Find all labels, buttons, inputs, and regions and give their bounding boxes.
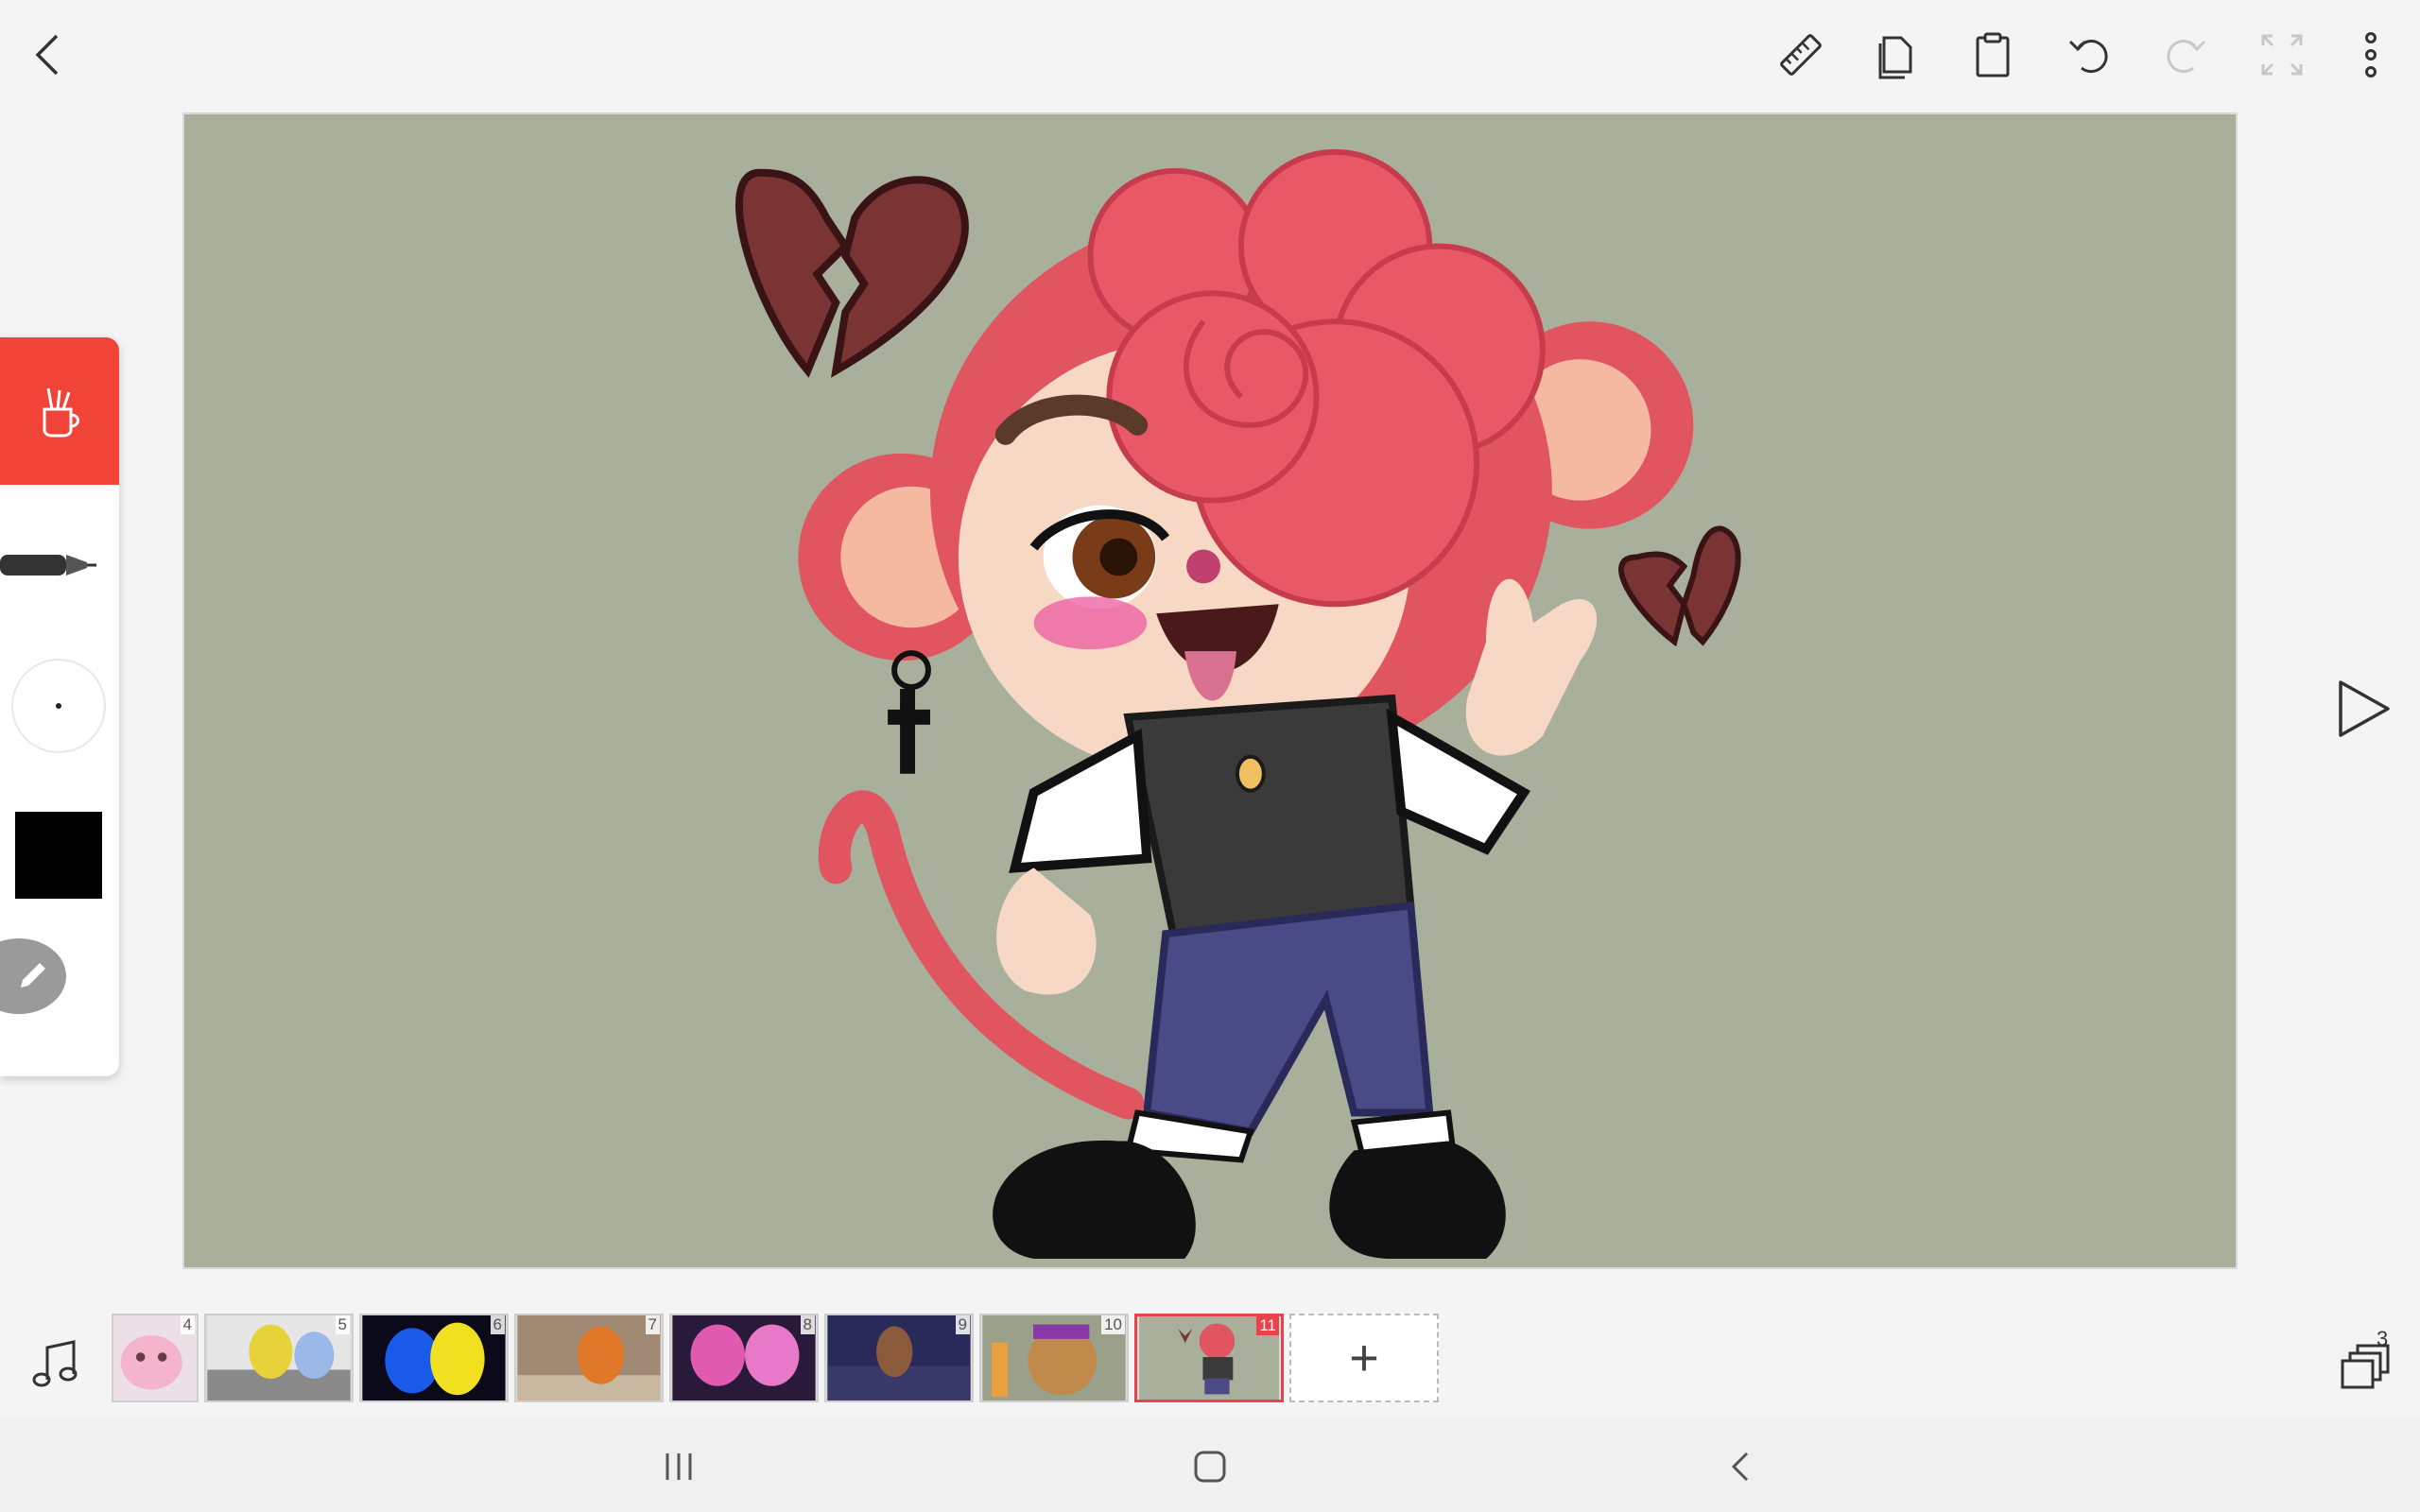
frame-thumbnail[interactable]: 10: [979, 1314, 1129, 1402]
frame-thumbnail-active[interactable]: 11: [1134, 1314, 1284, 1402]
frame-number: 6: [490, 1315, 505, 1334]
chevron-left-icon: [35, 34, 59, 76]
system-nav-bar: [0, 1418, 2420, 1512]
more-button[interactable]: [2333, 17, 2409, 93]
edit-tool-button[interactable]: [0, 938, 66, 1014]
frame-number: 4: [180, 1315, 195, 1334]
home-icon: [1194, 1451, 1226, 1483]
frame-timeline: 4 5 6 7 8 9 10 11 + 3: [0, 1304, 2420, 1418]
monkey-character-artwork: [185, 114, 2235, 1267]
ruler-icon: [1780, 34, 1822, 76]
frame-strip: 4 5 6 7 8 9 10 11 +: [112, 1314, 1439, 1402]
layers-button[interactable]: 3: [2335, 1327, 2401, 1399]
home-button[interactable]: [1182, 1438, 1238, 1495]
frame-thumbnail[interactable]: 7: [514, 1314, 664, 1402]
recent-apps-button[interactable]: [650, 1438, 707, 1495]
frame-preview: [827, 1315, 971, 1400]
pencil-icon: [21, 963, 45, 988]
frame-number: 11: [1256, 1316, 1279, 1335]
back-icon: [1731, 1452, 1749, 1482]
play-button[interactable]: [2325, 671, 2401, 747]
fullscreen-icon: [2261, 34, 2303, 76]
paste-button[interactable]: [1955, 17, 2031, 93]
system-back-button[interactable]: [1713, 1438, 1770, 1495]
brush-size-dot: [56, 703, 61, 709]
frame-number: 10: [1101, 1315, 1125, 1334]
frame-number: 5: [335, 1315, 350, 1334]
ruler-button[interactable]: [1763, 17, 1839, 93]
copy-icon: [1878, 36, 1912, 79]
layers-count: 3: [2377, 1327, 2389, 1350]
back-button[interactable]: [11, 17, 87, 93]
frame-thumbnail[interactable]: 5: [204, 1314, 354, 1402]
undo-icon: [2068, 40, 2108, 74]
brush-size-button[interactable]: [11, 659, 106, 753]
frame-preview: [207, 1315, 351, 1400]
paste-icon: [1976, 32, 2010, 77]
music-note-icon: [32, 1340, 78, 1387]
color-swatch-button[interactable]: [15, 812, 102, 899]
redo-icon: [2167, 40, 2206, 74]
frame-thumbnail[interactable]: 4: [112, 1314, 199, 1402]
frame-number: 9: [955, 1315, 970, 1334]
frame-number: 7: [645, 1315, 660, 1334]
brush-cup-icon: [43, 387, 79, 438]
redo-button[interactable]: [2148, 17, 2223, 93]
top-toolbar: [0, 0, 2420, 112]
pen-tool-button[interactable]: [0, 526, 119, 602]
frame-preview: [517, 1315, 661, 1400]
recent-apps-icon: [666, 1453, 692, 1480]
pen-icon: [0, 555, 96, 576]
drawing-canvas[interactable]: [182, 112, 2238, 1269]
add-frame-button[interactable]: +: [1289, 1314, 1439, 1402]
frame-preview: [362, 1315, 506, 1400]
frame-thumbnail[interactable]: 6: [359, 1314, 509, 1402]
undo-button[interactable]: [2051, 17, 2127, 93]
tools-menu-button[interactable]: [0, 337, 119, 485]
music-button[interactable]: [23, 1332, 89, 1399]
frame-number: 8: [800, 1315, 815, 1334]
frame-preview: [672, 1315, 816, 1400]
frame-thumbnail[interactable]: 9: [824, 1314, 974, 1402]
play-icon: [2339, 680, 2390, 737]
layers-icon: [2341, 1344, 2390, 1389]
copy-button[interactable]: [1859, 17, 1935, 93]
tool-panel: [0, 337, 119, 1076]
frame-thumbnail[interactable]: 8: [669, 1314, 819, 1402]
more-vertical-icon: [2365, 32, 2377, 77]
fullscreen-button[interactable]: [2244, 17, 2320, 93]
